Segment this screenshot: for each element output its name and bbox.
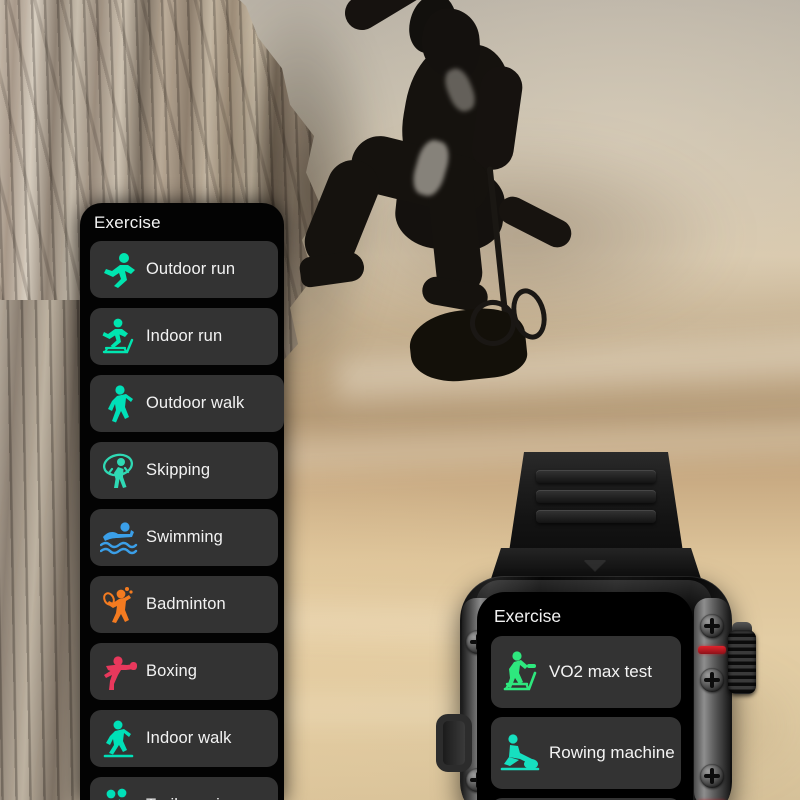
watch-list-item-rowing-machine[interactable]: Rowing machine bbox=[491, 717, 681, 789]
treadmill-run-icon bbox=[99, 316, 139, 358]
jump-rope-icon bbox=[99, 450, 139, 492]
swimmer-icon bbox=[99, 517, 139, 559]
phone-exercise-panel: Exercise Outdoor run Indoor run Outdoor … bbox=[80, 203, 284, 800]
list-item-label: Trail running bbox=[146, 796, 238, 800]
red-accent-bar bbox=[698, 646, 726, 654]
list-item-outdoor-run[interactable]: Outdoor run bbox=[90, 241, 278, 298]
trail-running-icon bbox=[99, 785, 139, 800]
list-item-label: Outdoor walk bbox=[146, 394, 245, 412]
list-item-label: Outdoor run bbox=[146, 260, 236, 278]
badminton-player-icon bbox=[99, 584, 139, 626]
strap-rib bbox=[536, 510, 656, 523]
list-item-indoor-run[interactable]: Indoor run bbox=[90, 308, 278, 365]
list-item-indoor-walk[interactable]: Indoor walk bbox=[90, 710, 278, 767]
list-item-label: Indoor walk bbox=[146, 729, 232, 747]
watch-screen[interactable]: Exercise VO2 max test Rowing machine bbox=[477, 592, 693, 800]
phone-panel-title: Exercise bbox=[94, 213, 161, 232]
boxer-icon bbox=[99, 651, 139, 693]
watch-list-item-vo2-max-test[interactable]: VO2 max test bbox=[491, 636, 681, 708]
list-item-label: Boxing bbox=[146, 662, 198, 680]
list-item-outdoor-walk[interactable]: Outdoor walk bbox=[90, 375, 284, 432]
walking-person-icon bbox=[99, 383, 139, 425]
list-item-label: Indoor run bbox=[146, 327, 223, 345]
running-person-icon bbox=[99, 249, 139, 291]
indoor-walking-person-icon bbox=[99, 718, 139, 760]
treadmill-vo2-icon bbox=[499, 651, 543, 693]
list-item-skipping[interactable]: Skipping bbox=[90, 442, 278, 499]
list-item-swimming[interactable]: Swimming bbox=[90, 509, 278, 566]
climber-silhouette bbox=[296, 0, 600, 390]
list-item-label: Skipping bbox=[146, 461, 211, 479]
watch-exercise-list: VO2 max test Rowing machine bbox=[477, 636, 693, 800]
list-item-boxing[interactable]: Boxing bbox=[90, 643, 278, 700]
list-item-badminton[interactable]: Badminton bbox=[90, 576, 278, 633]
smartwatch: SPORT Exercise VO2 max te bbox=[432, 452, 762, 800]
rowing-machine-icon bbox=[499, 733, 543, 773]
watch-list-item-label: Rowing machine bbox=[549, 742, 675, 762]
watch-list-item-label: VO2 max test bbox=[549, 661, 652, 681]
watch-screen-title: Exercise bbox=[494, 606, 562, 626]
crown-button[interactable] bbox=[728, 630, 756, 694]
screw-icon bbox=[700, 764, 724, 788]
screw-icon bbox=[700, 614, 724, 638]
strap-rib bbox=[536, 490, 656, 503]
list-item-label: Swimming bbox=[146, 528, 223, 546]
list-item-trail-running[interactable]: Trail running bbox=[90, 777, 278, 800]
strap-rib bbox=[536, 470, 656, 483]
list-item-label: Badminton bbox=[146, 595, 226, 613]
phone-exercise-list: Outdoor run Indoor run Outdoor walk Skip… bbox=[80, 241, 284, 800]
strap-triangle-marker bbox=[584, 560, 606, 571]
screw-icon bbox=[700, 668, 724, 692]
